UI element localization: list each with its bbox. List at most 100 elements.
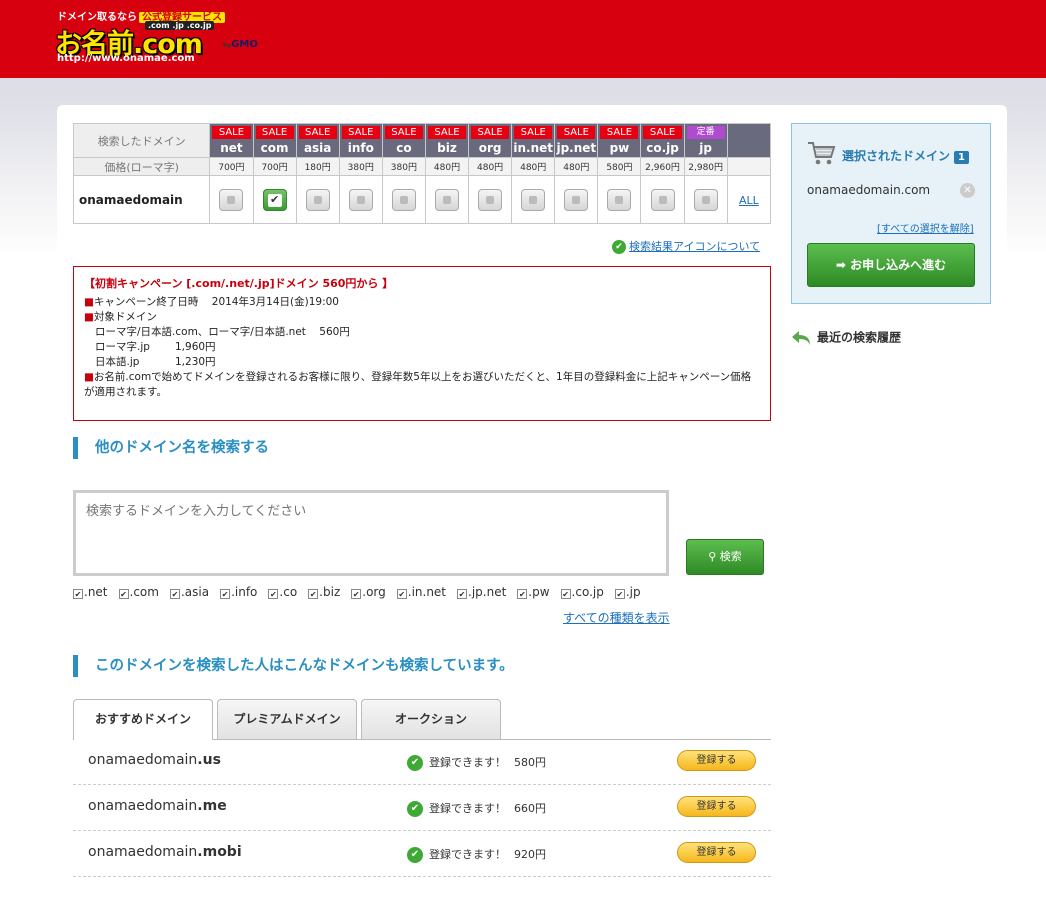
type-checkbox-label[interactable]: ✔ .com — [118, 585, 159, 599]
checkbox-checked-icon[interactable]: ✔ — [308, 589, 319, 599]
tld-checkbox-jp[interactable] — [693, 188, 718, 211]
type-checkbox-label[interactable]: ✔ .org — [351, 585, 386, 599]
tld-header-asia: SALE asia — [295, 123, 340, 158]
sale-badge: SALE — [212, 126, 251, 139]
type-checkbox-label[interactable]: ✔ .jp.net — [457, 585, 506, 599]
tld-checkbox-biz[interactable] — [434, 188, 459, 211]
tld-name: info — [347, 141, 374, 155]
show-all-types-link[interactable]: すべての種類を表示 — [563, 609, 670, 626]
tld-checkbox-co[interactable] — [391, 188, 416, 211]
type-checkbox-label[interactable]: ✔ .net — [73, 585, 108, 599]
arrow-right-icon: ➡ — [835, 258, 846, 272]
tld-checkbox-pw[interactable] — [607, 188, 632, 211]
tld-checkbox-co.jp[interactable] — [650, 188, 675, 211]
register-button[interactable]: 登録する — [677, 796, 756, 817]
sale-badge: SALE — [341, 126, 380, 139]
checkbox-checked-icon[interactable]: ✔ — [169, 589, 180, 599]
sale-badge: SALE — [514, 126, 553, 139]
remove-icon[interactable]: ✕ — [960, 183, 975, 198]
campaign-line3-domains: 日本語.jp — [95, 356, 140, 368]
type-checkbox-label[interactable]: ✔ .biz — [308, 585, 340, 599]
domain-tld: .us — [197, 752, 221, 768]
tld-price: 380円 — [338, 157, 383, 176]
register-button[interactable]: 登録する — [677, 842, 756, 863]
about-result-icons-link[interactable]: ✔ 検索結果アイコンについて — [612, 238, 760, 254]
tld-name: in.net — [513, 141, 554, 155]
checkbox-checked-icon[interactable]: ✔ — [560, 589, 571, 599]
type-label: .net — [84, 585, 108, 599]
cart-icon — [808, 142, 836, 165]
checkbox-checked-icon[interactable]: ✔ — [73, 589, 83, 599]
tld-checkbox-cell — [424, 175, 470, 224]
tab-premium[interactable]: プレミアムドメイン — [217, 699, 357, 739]
about-link-text: 検索結果アイコンについて — [629, 240, 761, 253]
tld-checkbox-cell — [338, 175, 383, 224]
campaign-title: 【初割キャンペーン [.com/.net/.jp]ドメイン 560円から 】 — [84, 277, 394, 290]
tld-name: pw — [609, 141, 630, 155]
checkbox-checked-icon[interactable]: ✔ — [396, 589, 407, 599]
type-checkbox-label[interactable]: ✔ .co — [268, 585, 297, 599]
sale-badge: SALE — [255, 126, 294, 139]
onamae-logo[interactable]: ドメイン取るなら 公式登録サービス .com .jp .co.jp お名前.com… — [55, 6, 285, 68]
recommend-tabs: おすすめドメイン プレミアムドメイン オークション — [73, 699, 771, 740]
domain-search-input[interactable] — [73, 490, 669, 576]
recommend-domain: onamaedomain.mobi — [88, 844, 242, 860]
tld-checkbox-cell — [511, 175, 556, 224]
recommend-row: onamaedomain.me ✔ 登録できます！ 660円 登録する — [73, 785, 771, 831]
campaign-notice: 【初割キャンペーン [.com/.net/.jp]ドメイン 560円から 】 ■… — [73, 266, 771, 421]
searched-domain-label: 検索したドメイン — [72, 123, 211, 158]
type-checkbox-label[interactable]: ✔ .pw — [517, 585, 550, 599]
tld-price: 700円 — [252, 157, 297, 176]
tld-header-biz: SALE biz — [424, 123, 470, 158]
type-label: .co.jp — [571, 585, 604, 599]
type-checkbox-label[interactable]: ✔ .jp — [614, 585, 641, 599]
checkbox-checked-icon[interactable]: ✔ — [614, 589, 625, 599]
recent-history-link[interactable]: 最近の検索履歴 — [791, 328, 901, 348]
recommend-domain: onamaedomain.us — [88, 752, 221, 768]
tld-checkbox-cell — [252, 175, 297, 224]
status-text: 登録できます！ — [429, 802, 506, 815]
select-all-link[interactable]: ALL — [739, 194, 759, 207]
search-button[interactable]: ⚲ 検索 — [686, 539, 764, 575]
sale-badge: SALE — [384, 126, 423, 139]
tld-checkbox-jp.net[interactable] — [564, 188, 589, 211]
check-circle-icon: ✔ — [407, 801, 423, 817]
proceed-button[interactable]: ➡ お申し込みへ進む — [807, 243, 975, 287]
tld-name: com — [260, 141, 289, 155]
type-checkbox-label[interactable]: ✔ .co.jp — [560, 585, 604, 599]
tld-checkbox-asia[interactable] — [305, 188, 330, 211]
selected-domains-panel: 選択されたドメイン 1 onamaedomain.com ✕ [すべての選択を解除… — [791, 123, 991, 304]
tab-auction[interactable]: オークション — [361, 699, 501, 739]
selected-domains-title: 選択されたドメイン — [842, 149, 951, 163]
checkbox-checked-icon[interactable]: ✔ — [351, 589, 362, 599]
tld-checkbox-in.net[interactable] — [521, 188, 546, 211]
tld-price: 480円 — [554, 157, 599, 176]
tld-checkbox-org[interactable] — [478, 188, 503, 211]
domain-base: onamaedomain — [88, 798, 198, 814]
check-circle-icon: ✔ — [407, 755, 423, 771]
checkbox-checked-icon[interactable]: ✔ — [517, 589, 528, 599]
sale-badge: SALE — [427, 126, 467, 139]
checkbox-checked-icon[interactable]: ✔ — [118, 589, 129, 599]
clear-selection-link[interactable]: [すべての選択を解除] — [877, 220, 974, 235]
recent-history-label: 最近の検索履歴 — [817, 330, 902, 345]
type-checkbox-label[interactable]: ✔ .in.net — [396, 585, 446, 599]
type-checkbox-label[interactable]: ✔ .asia — [169, 585, 209, 599]
tab-recommended[interactable]: おすすめドメイン — [73, 699, 213, 740]
recommend-price: 920円 — [514, 848, 546, 861]
domain-row: onamaedomain ALL — [72, 175, 772, 224]
checkbox-checked-icon[interactable]: ✔ — [457, 589, 468, 599]
recommend-row: onamaedomain.us ✔ 登録できます！ 580円 登録する — [73, 739, 771, 785]
empty-header-cell — [726, 123, 772, 158]
campaign-line1-domains: ローマ字/日本語.com、ローマ字/日本語.net — [95, 326, 306, 338]
tld-checkbox-cell — [209, 175, 254, 224]
tld-checkbox-com[interactable] — [262, 188, 287, 211]
tld-name: jp.net — [556, 141, 597, 155]
type-checkbox-label[interactable]: ✔ .info — [220, 585, 257, 599]
tld-checkbox-info[interactable] — [348, 188, 373, 211]
campaign-line2-price: 1,960円 — [175, 341, 216, 353]
register-button[interactable]: 登録する — [677, 750, 756, 771]
checkbox-checked-icon[interactable]: ✔ — [268, 589, 279, 599]
checkbox-checked-icon[interactable]: ✔ — [220, 589, 231, 599]
tld-checkbox-net[interactable] — [219, 188, 244, 211]
